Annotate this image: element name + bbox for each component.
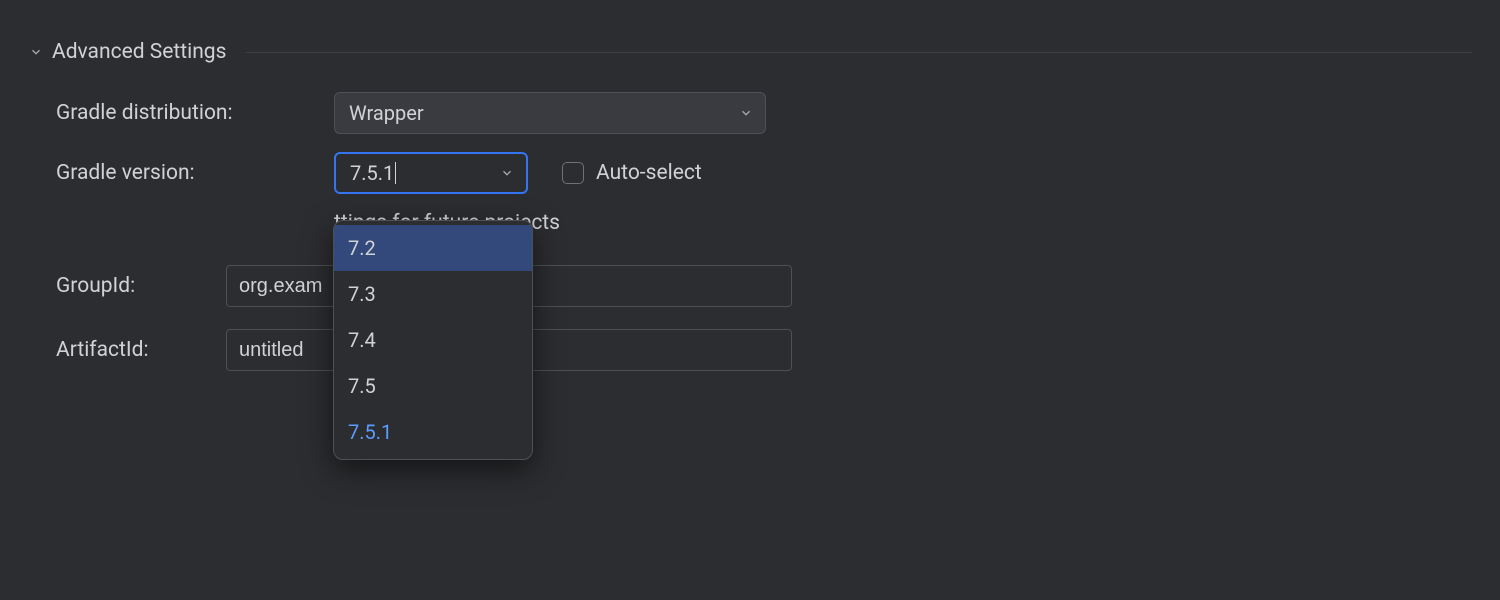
section-title: Advanced Settings [52, 40, 226, 64]
gradle-version-select[interactable]: 7.5.1 [334, 152, 528, 194]
gradle-version-label: Gradle version: [56, 161, 334, 185]
artifact-id-label: ArtifactId: [56, 338, 226, 362]
gradle-version-option[interactable]: 7.3 [334, 271, 532, 317]
gradle-version-value: 7.5.1 [350, 161, 394, 185]
chevron-down-icon [28, 44, 44, 60]
advanced-settings-panel: Advanced Settings Gradle distribution: W… [0, 0, 1500, 429]
gradle-version-dropdown[interactable]: 7.27.37.47.57.5.1 [333, 220, 533, 460]
remember-settings-row: ttings for future projects [28, 210, 1472, 235]
chevron-down-icon [500, 166, 514, 180]
section-header[interactable]: Advanced Settings [28, 40, 1472, 64]
gradle-distribution-value: Wrapper [349, 101, 424, 125]
gradle-version-row: Gradle version: 7.5.1 Auto-select [28, 152, 1472, 194]
group-id-row: GroupId: [28, 265, 1472, 307]
gradle-version-option[interactable]: 7.4 [334, 317, 532, 363]
section-divider [246, 52, 1472, 53]
gradle-version-option[interactable]: 7.5 [334, 363, 532, 409]
chevron-down-icon [739, 106, 753, 120]
artifact-id-row: ArtifactId: [28, 329, 1472, 371]
gradle-distribution-label: Gradle distribution: [56, 101, 334, 125]
auto-select-checkbox[interactable] [562, 162, 584, 184]
gradle-version-option[interactable]: 7.2 [334, 225, 532, 271]
gradle-distribution-row: Gradle distribution: Wrapper [28, 92, 1472, 134]
gradle-distribution-select[interactable]: Wrapper [334, 92, 766, 134]
gradle-version-option[interactable]: 7.5.1 [334, 409, 532, 455]
group-id-label: GroupId: [56, 274, 226, 298]
auto-select-label[interactable]: Auto-select [596, 161, 702, 185]
text-cursor [395, 162, 396, 184]
